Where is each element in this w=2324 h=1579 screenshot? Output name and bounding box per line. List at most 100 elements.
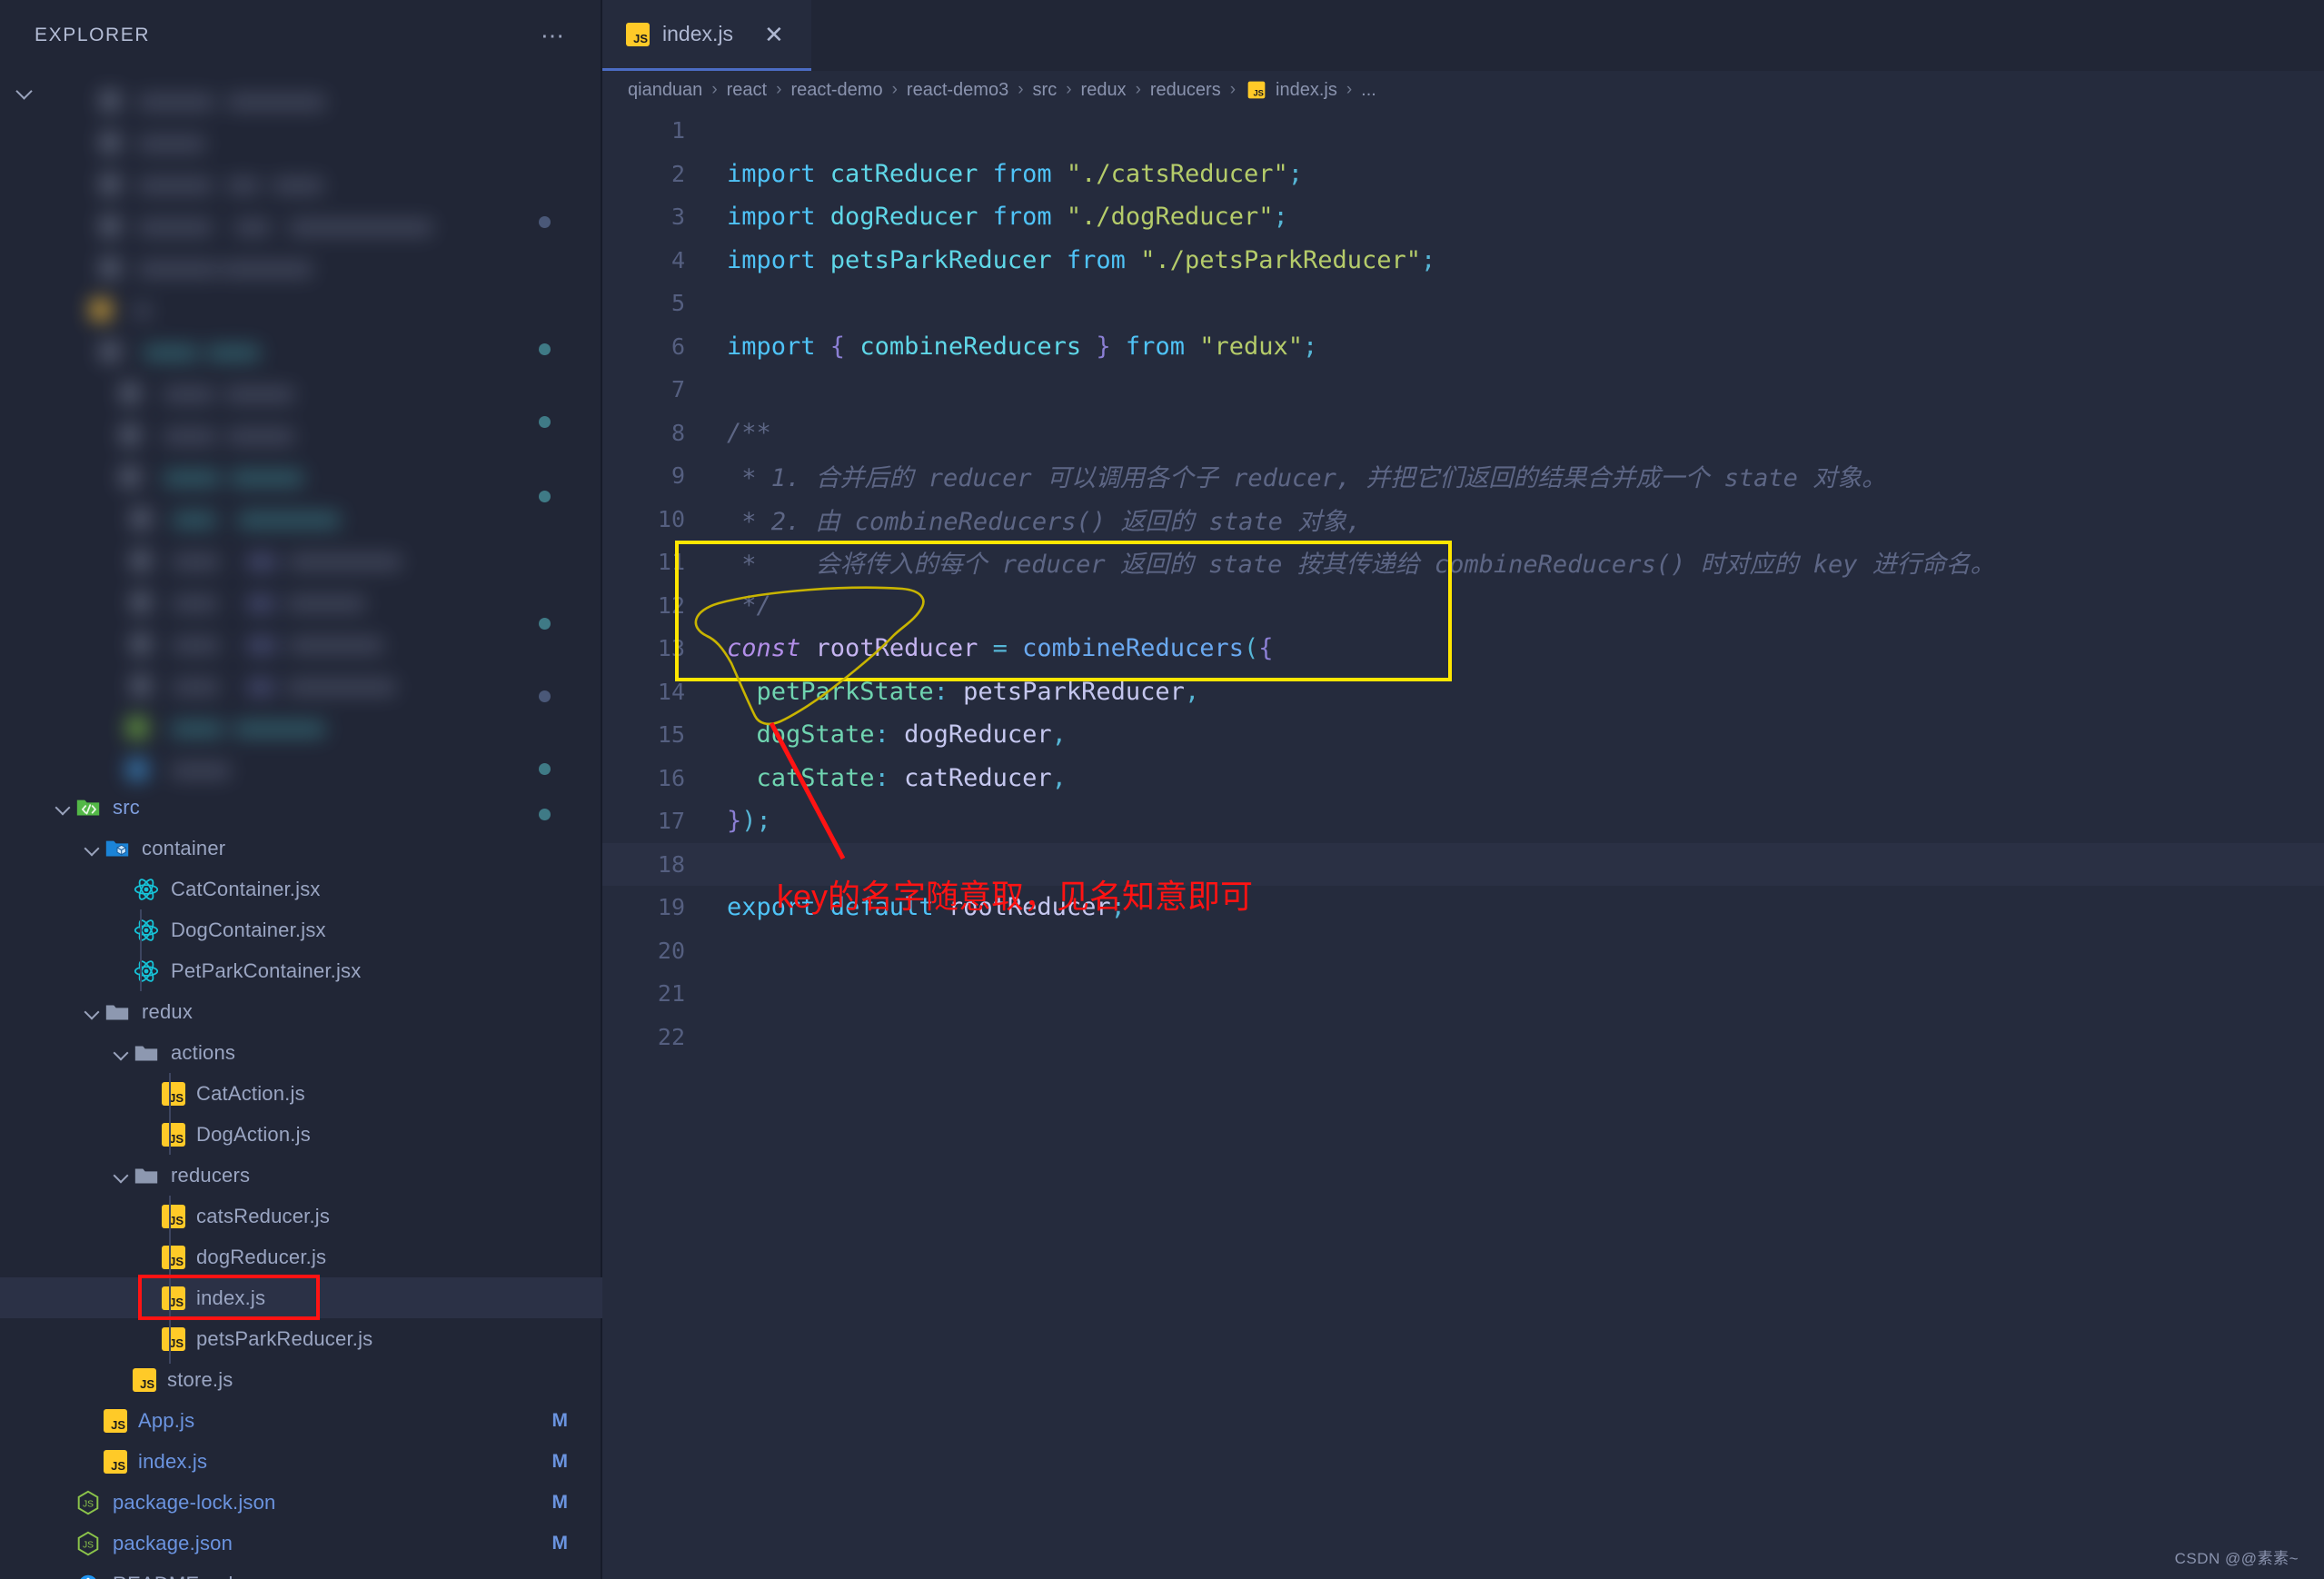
tree-folder-container[interactable]: container <box>0 828 602 869</box>
nodejs-icon: JS <box>74 1489 102 1516</box>
tab-index-js[interactable]: JS index.js ✕ <box>602 0 811 71</box>
tree-file-package-json[interactable]: JS package.json M <box>0 1523 602 1564</box>
breadcrumb-item[interactable]: redux <box>1081 80 1127 101</box>
code-token: import <box>727 203 830 232</box>
code-token: combineReducers <box>845 332 1097 361</box>
tree-item-label: reducers <box>171 1163 251 1187</box>
tree-item-label: index.js <box>196 1286 266 1309</box>
line-number: 19 <box>657 894 685 921</box>
code-token: catReducer <box>829 159 978 188</box>
tree-file-catcontainer-jsx[interactable]: CatContainer.jsx <box>0 869 602 909</box>
code-token: petsParkReducer <box>963 677 1185 706</box>
tree-file-cataction-js[interactable]: JS CatAction.js <box>0 1073 602 1114</box>
tab-label: index.js <box>662 22 733 45</box>
breadcrumb-item[interactable]: qianduan <box>628 80 702 101</box>
tree-file-package-lock-json[interactable]: JS package-lock.json M <box>0 1482 602 1523</box>
code-token: } <box>1096 332 1111 361</box>
code-text: catState: catReducer, <box>716 764 1067 792</box>
explorer-sidebar: EXPLORER ⋯ src container CatContainer.js… <box>0 0 602 1579</box>
code-token: from <box>978 203 1067 232</box>
code-token: from <box>978 159 1067 188</box>
code-text: dogState: dogReducer, <box>716 720 1067 749</box>
code-line[interactable]: 7 <box>602 368 2324 412</box>
tree-item-label: package.json <box>113 1531 233 1554</box>
js-icon: JS <box>133 1367 156 1392</box>
line-number: 20 <box>657 937 685 964</box>
tree-file-app-js[interactable]: JS App.js M <box>0 1400 602 1441</box>
code-line[interactable]: 6 import { combineReducers } from "redux"… <box>602 325 2324 369</box>
code-line[interactable]: 4 import petsParkReducer from "./petsPark… <box>602 239 2324 283</box>
tree-file-index-js[interactable]: JS index.js <box>0 1277 602 1318</box>
chevron-down-icon[interactable] <box>53 797 74 819</box>
code-text: /** <box>716 419 771 447</box>
js-icon: JS <box>104 1408 127 1433</box>
tree-file-dogcontainer-jsx[interactable]: DogContainer.jsx <box>0 909 602 950</box>
chevron-down-icon[interactable] <box>13 79 36 103</box>
tree-folder-redux[interactable]: redux <box>0 991 602 1032</box>
code-token: "./catsReducer" <box>1066 159 1288 188</box>
breadcrumb: qianduan › react › react-demo › react-demo3 › sr… <box>602 71 2324 109</box>
code-token: from <box>1110 332 1200 361</box>
code-line[interactable]: 10 * 2. 由 combineReducers() 返回的 state 对象… <box>602 498 2324 541</box>
code-line[interactable]: 15 dogState: dogReducer, <box>602 713 2324 757</box>
code-line[interactable]: 3 import dogReducer from "./dogReducer"; <box>602 195 2324 239</box>
ellipsis-icon[interactable]: ⋯ <box>541 24 566 47</box>
code-token: "./petsParkReducer" <box>1140 245 1422 274</box>
tree-file-petparkcontainer-jsx[interactable]: PetParkContainer.jsx <box>0 950 602 991</box>
annotation-note: key的名字随意取，见名知意即可 <box>777 878 1254 915</box>
code-line[interactable]: 17}); <box>602 799 2324 843</box>
code-line[interactable]: 1 <box>602 109 2324 153</box>
nodejs-icon: JS <box>74 1530 102 1557</box>
tree-item-label: CatAction.js <box>196 1081 305 1105</box>
breadcrumb-item[interactable]: react-demo <box>790 80 882 101</box>
root-folder-row[interactable] <box>0 71 601 111</box>
code-line[interactable]: 21 <box>602 972 2324 1016</box>
code-token: { <box>829 332 846 361</box>
code-line[interactable]: 2 import catReducer from "./catsReducer"; <box>602 153 2324 196</box>
tree-file-catsreducer-js[interactable]: JS catsReducer.js <box>0 1196 602 1236</box>
tree-item-label: catsReducer.js <box>196 1204 331 1227</box>
tree-file-petsparkreducer-js[interactable]: JS petsParkReducer.js <box>0 1318 602 1359</box>
close-icon[interactable]: ✕ <box>764 23 784 46</box>
code-line[interactable]: 22 <box>602 1016 2324 1059</box>
code-line[interactable]: 9 * 1. 合并后的 reducer 可以调用各个子 reducer, 并把它… <box>602 454 2324 498</box>
folder-container-icon <box>104 835 131 862</box>
tree-item-label: App.js <box>138 1408 195 1432</box>
code-line[interactable]: 16 catState: catReducer, <box>602 757 2324 800</box>
tree-file-index-js[interactable]: JS index.js M <box>0 1441 602 1482</box>
breadcrumb-item[interactable]: reducers <box>1150 80 1221 101</box>
tree-file-dogreducer-js[interactable]: JS dogReducer.js <box>0 1236 602 1277</box>
svg-text:JS: JS <box>83 1540 94 1550</box>
tree-folder-src[interactable]: src <box>0 787 602 828</box>
tree-folder-reducers[interactable]: reducers <box>0 1155 602 1196</box>
tree-item-label: petsParkReducer.js <box>196 1326 373 1350</box>
breadcrumb-item[interactable]: react <box>727 80 767 101</box>
breadcrumb-separator: › <box>1066 80 1072 99</box>
code-line[interactable]: 5 <box>602 282 2324 325</box>
editor-pane: JS index.js ✕ qianduan › react › react-demo ›… <box>602 0 2324 1579</box>
line-number: 6 <box>670 333 685 360</box>
breadcrumb-separator: › <box>776 80 782 99</box>
chevron-down-icon[interactable] <box>82 838 104 859</box>
code-line[interactable]: 20 <box>602 929 2324 973</box>
tree-file-dogaction-js[interactable]: JS DogAction.js <box>0 1114 602 1155</box>
folder-src-icon <box>74 794 102 821</box>
chevron-down-icon[interactable] <box>82 1001 104 1023</box>
breadcrumb-item[interactable]: src <box>1033 80 1058 101</box>
react-icon <box>133 876 160 903</box>
breadcrumb-item[interactable]: index.js <box>1276 80 1337 101</box>
tree-file-readme-md[interactable]: README.md <box>0 1564 602 1579</box>
breadcrumb-item[interactable]: react-demo3 <box>907 80 1008 101</box>
chevron-down-icon[interactable] <box>111 1165 133 1187</box>
js-icon: JS <box>162 1081 185 1106</box>
tree-folder-actions[interactable]: actions <box>0 1032 602 1073</box>
line-number: 16 <box>657 764 685 791</box>
highlight-box <box>675 541 1452 681</box>
breadcrumb-item[interactable]: ... <box>1361 80 1376 101</box>
code-token: import <box>727 245 830 274</box>
code-line[interactable]: 8 /** <box>602 412 2324 455</box>
tree-item-label: README.md <box>113 1573 233 1579</box>
tree-file-store-js[interactable]: JS store.js <box>0 1359 602 1400</box>
chevron-down-icon[interactable] <box>111 1042 133 1064</box>
breadcrumb-separator: › <box>891 80 898 99</box>
